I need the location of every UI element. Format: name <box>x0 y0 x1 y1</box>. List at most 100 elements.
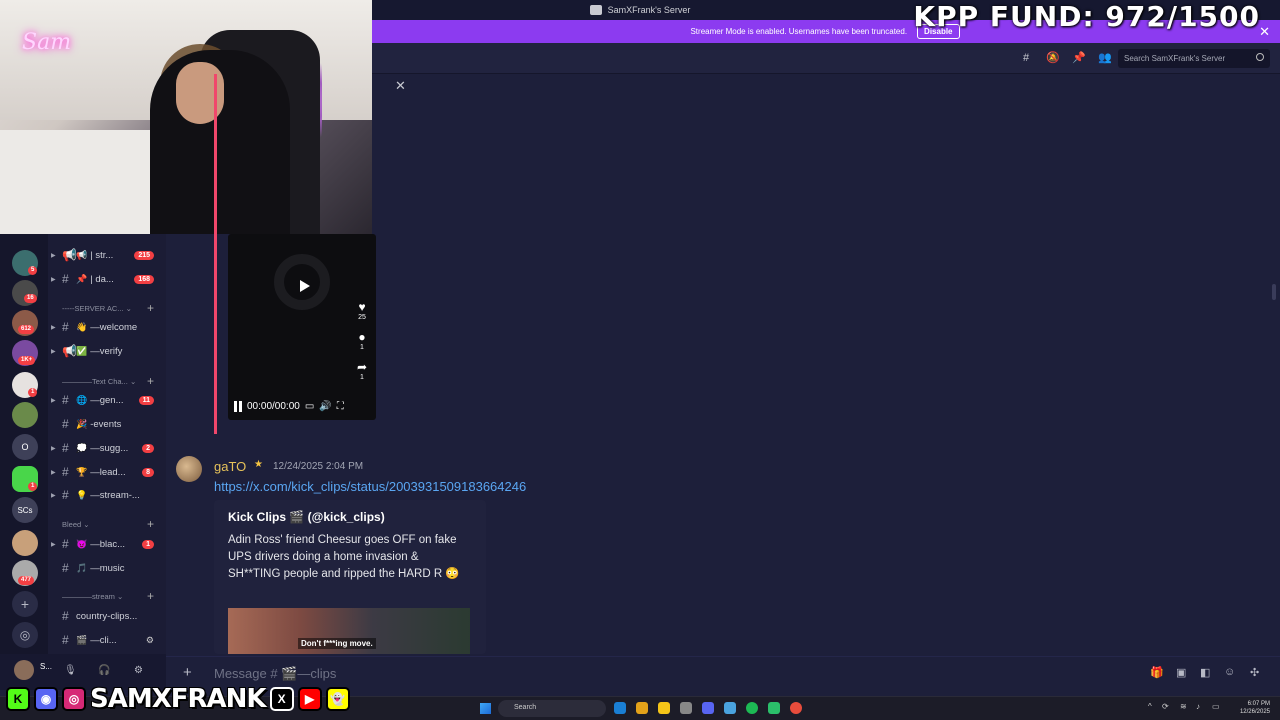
captions-icon[interactable]: ▭ <box>305 401 314 412</box>
emoji-icon[interactable]: ☺ <box>1224 666 1235 678</box>
app-icon[interactable] <box>768 702 780 714</box>
server-icon[interactable] <box>12 530 38 556</box>
channel-item-active[interactable]: # 🎬 —cli... ⚙ <box>62 631 166 649</box>
battery-icon[interactable]: ▭ <box>1212 702 1220 711</box>
channel-name: country-clips... <box>76 610 138 622</box>
taskbar-clock[interactable]: 6:07 PM 12/26/2025 <box>1240 700 1270 716</box>
message-author[interactable]: gaTO <box>214 459 246 474</box>
channel-item[interactable]: ▶ # 👋 —welcome <box>51 318 166 336</box>
hash-icon: # <box>62 320 69 334</box>
threads-icon[interactable]: # <box>1020 52 1032 64</box>
notification-settings-icon[interactable]: 🔕 <box>1046 52 1060 64</box>
start-icon[interactable] <box>480 703 491 714</box>
add-server-icon[interactable]: + <box>12 591 38 617</box>
steam-icon[interactable] <box>724 702 736 714</box>
volume-tray-icon[interactable]: ♪ <box>1196 702 1200 711</box>
category-header[interactable]: -----SERVER AC... ⌄ + <box>62 301 166 315</box>
pause-icon[interactable] <box>234 401 242 412</box>
gift-icon[interactable]: 🎁 <box>1150 666 1164 679</box>
channel-name: —sugg... <box>90 442 129 454</box>
server-badge: 1 <box>28 388 38 397</box>
fund-counter: KPP FUND: 972/1500 <box>913 0 1260 33</box>
embed-thumbnail[interactable]: Don't f***ing move. <box>228 608 470 654</box>
channel-item[interactable]: ▶ 📢 📢 | str... 215 <box>51 246 166 264</box>
headphones-icon[interactable]: 🎧 <box>98 665 110 676</box>
server-icon[interactable]: SCs <box>12 497 38 523</box>
close-icon[interactable]: ✕ <box>395 78 406 94</box>
apps-icon[interactable]: ✣ <box>1250 666 1259 679</box>
channel-settings-icon[interactable]: ⚙ <box>146 635 154 646</box>
store-icon[interactable] <box>680 702 692 714</box>
channel-item[interactable]: ▶ # 🏆 —lead... 8 <box>51 463 166 481</box>
channel-item[interactable]: ▶ # 📌 | da... 168 <box>51 270 166 288</box>
message-input[interactable]: Message # 🎬—clips <box>214 666 336 682</box>
edge-icon[interactable] <box>614 702 626 714</box>
browser-icon[interactable] <box>790 702 802 714</box>
add-channel-icon[interactable]: + <box>147 589 154 603</box>
gif-icon[interactable]: ▣ <box>1176 666 1186 679</box>
spotify-icon[interactable] <box>746 702 758 714</box>
category-header[interactable]: ————stream ⌄ + <box>62 589 166 603</box>
tray-app-icon[interactable]: ⟳ <box>1162 702 1169 711</box>
attach-icon[interactable]: + <box>183 664 192 681</box>
user-settings-icon[interactable]: ⚙ <box>134 665 143 676</box>
tray-chevron-icon[interactable]: ^ <box>1148 702 1152 711</box>
hash-icon: # <box>62 609 69 623</box>
add-channel-icon[interactable]: + <box>147 517 154 531</box>
server-badge: 16 <box>24 294 37 303</box>
channel-item[interactable]: ▶ # 💭 —sugg... 2 <box>51 439 166 457</box>
instagram-icon: ◎ <box>62 687 86 711</box>
tiktok-video-embed[interactable]: ♥ 25 ● 1 ➦ 1 00:00/00:00 ▭ 🔊 ⛶ <box>228 234 376 420</box>
channel-item[interactable]: # 🎵 —music <box>62 559 166 577</box>
shares[interactable]: ➦ 1 <box>354 360 370 381</box>
fullscreen-icon[interactable]: ⛶ <box>337 401 344 412</box>
channel-item[interactable]: ▶ 📢 ✅ —verify <box>51 342 166 360</box>
role-icon: ★ <box>254 459 263 470</box>
unread-count: 168 <box>134 274 154 284</box>
channel-header: # 🔕 📌 👥 Search SamXFrank's Server <box>370 43 1280 74</box>
category-header[interactable]: ————Text Cha... ⌄ + <box>62 374 166 388</box>
hash-icon: # <box>62 417 69 431</box>
search-input[interactable]: Search SamXFrank's Server <box>1118 49 1270 68</box>
announcement-icon: 📢 <box>62 344 77 358</box>
streamer-name: SAMXFRANK <box>90 684 267 714</box>
taskbar-search[interactable]: Search <box>498 700 606 717</box>
avatar[interactable] <box>14 660 34 680</box>
play-icon[interactable] <box>300 280 310 292</box>
likes[interactable]: ♥ 25 <box>354 300 370 321</box>
hash-icon: # <box>62 272 69 286</box>
channel-item[interactable]: # 🎉 -events <box>62 415 166 433</box>
add-channel-icon[interactable]: + <box>147 374 154 388</box>
server-badge: 1K+ <box>18 356 36 365</box>
microphone-icon[interactable]: 🎙 <box>64 665 77 676</box>
category-header[interactable]: Bleed ⌄ + <box>62 517 166 531</box>
thumbnail-caption: Don't f***ing move. <box>298 638 376 649</box>
add-channel-icon[interactable]: + <box>147 301 154 315</box>
channel-item[interactable]: ▶ # 😈 —blac... 1 <box>51 535 166 553</box>
pinned-messages-icon[interactable]: 📌 <box>1072 52 1086 64</box>
server-icon[interactable]: O <box>12 434 38 460</box>
comments[interactable]: ● 1 <box>354 330 370 351</box>
channel-item[interactable]: # country-clips... <box>62 607 166 625</box>
chrome-icon[interactable] <box>636 702 648 714</box>
scrollbar[interactable] <box>1272 284 1276 300</box>
volume-icon[interactable]: 🔊 <box>319 401 331 412</box>
x-icon: X <box>269 687 294 711</box>
file-explorer-icon[interactable] <box>658 702 670 714</box>
embed-author[interactable]: Kick Clips 🎬 (@kick_clips) <box>228 510 385 524</box>
discord-taskbar-icon[interactable] <box>702 702 714 714</box>
message-area: ✕ ♥ 25 ● 1 ➦ 1 00:00/00:00 ▭ 🔊 ⛶ gaTO ★ 12/… <box>166 74 1280 654</box>
server-icon[interactable] <box>12 402 38 428</box>
wifi-icon[interactable]: ≋ <box>1180 702 1187 711</box>
channel-item[interactable]: ▶ # 🌐 —gen... 11 <box>51 391 166 409</box>
sticker-icon[interactable]: ◧ <box>1200 666 1210 679</box>
channel-item[interactable]: ▶ # 💡 —stream-... <box>51 486 166 504</box>
comment-icon: ● <box>358 330 366 344</box>
member-list-icon[interactable]: 👥 <box>1098 52 1112 64</box>
explore-servers-icon[interactable]: ◎ <box>12 622 38 648</box>
avatar[interactable] <box>176 456 202 482</box>
unread-count: 215 <box>134 250 154 260</box>
message-link[interactable]: https://x.com/kick_clips/status/20039315… <box>214 479 526 494</box>
close-banner-icon[interactable]: ✕ <box>1259 24 1270 40</box>
channel-name: | str... <box>90 249 114 261</box>
